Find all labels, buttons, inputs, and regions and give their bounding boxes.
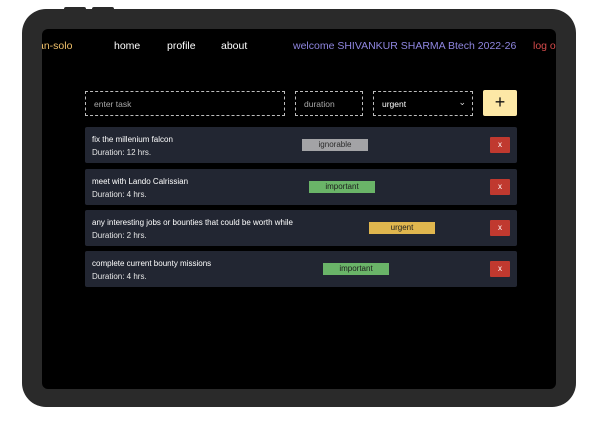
delete-task-button[interactable]: x — [490, 179, 510, 195]
priority-badge: important — [309, 181, 375, 193]
task-row: fix the millenium falcon Duration: 12 hr… — [85, 127, 517, 163]
logout-link[interactable]: log o — [533, 40, 556, 52]
task-input[interactable] — [85, 91, 285, 116]
task-duration: Duration: 4 hrs. — [92, 190, 147, 199]
tablet-volume-button — [64, 7, 86, 11]
duration-input[interactable] — [295, 91, 363, 116]
task-title: meet with Lando Calrissian — [92, 177, 189, 186]
task-duration: Duration: 4 hrs. — [92, 272, 147, 281]
task-row: any interesting jobs or bounties that co… — [85, 210, 517, 246]
task-duration: Duration: 12 hrs. — [92, 148, 152, 157]
chevron-down-icon: ⌄ — [458, 97, 466, 107]
task-title: complete current bounty missions — [92, 259, 212, 268]
navbar: an-solo home profile about welcome SHIVA… — [42, 29, 556, 63]
tablet-frame: an-solo home profile about welcome SHIVA… — [22, 7, 576, 407]
nav-link-profile[interactable]: profile — [167, 40, 196, 52]
priority-select[interactable]: urgent ⌄ — [373, 91, 473, 116]
delete-task-button[interactable]: x — [490, 261, 510, 277]
nav-link-home[interactable]: home — [114, 40, 140, 52]
task-title: fix the millenium falcon — [92, 135, 173, 144]
welcome-message: welcome SHIVANKUR SHARMA Btech 2022-26 — [293, 40, 517, 52]
delete-task-button[interactable]: x — [490, 137, 510, 153]
app-screen: an-solo home profile about welcome SHIVA… — [42, 29, 556, 389]
task-duration: Duration: 2 hrs. — [92, 231, 147, 240]
tablet-power-button — [92, 7, 114, 11]
brand-logo[interactable]: an-solo — [42, 40, 72, 52]
priority-badge: important — [323, 263, 389, 275]
priority-badge: urgent — [369, 222, 435, 234]
task-row: meet with Lando Calrissian Duration: 4 h… — [85, 169, 517, 205]
delete-task-button[interactable]: x — [490, 220, 510, 236]
task-title: any interesting jobs or bounties that co… — [92, 218, 294, 227]
priority-select-value: urgent — [382, 99, 407, 109]
priority-badge: ignorable — [302, 139, 368, 151]
nav-link-about[interactable]: about — [221, 40, 247, 52]
task-row: complete current bounty missions Duratio… — [85, 251, 517, 287]
add-task-button[interactable]: + — [483, 90, 517, 116]
